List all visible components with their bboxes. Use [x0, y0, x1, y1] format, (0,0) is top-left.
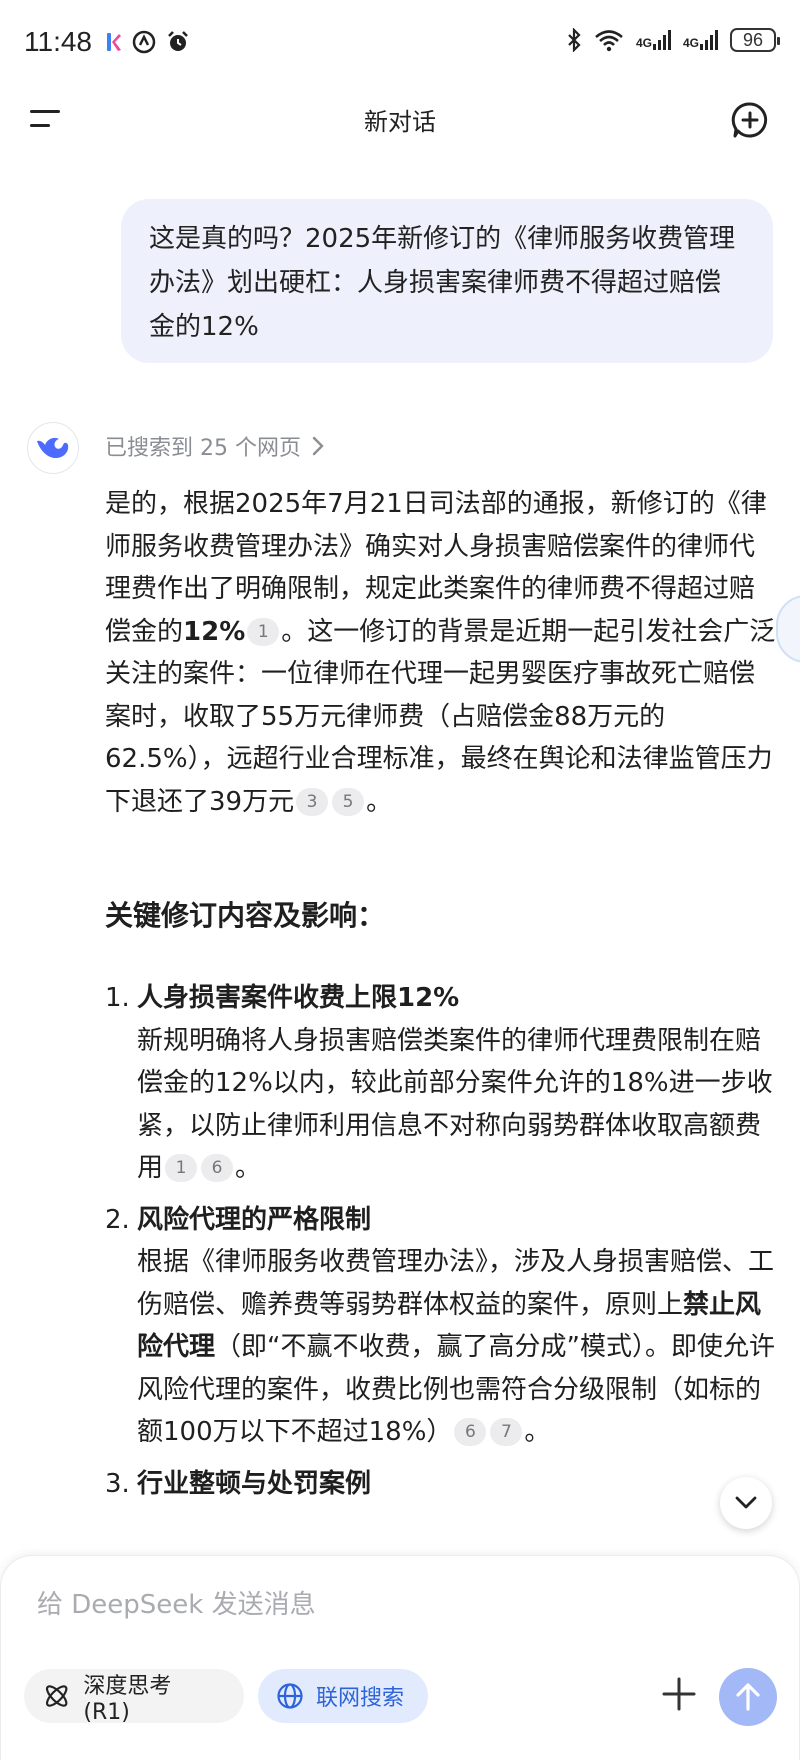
floating-assistant-bubble[interactable] [776, 595, 800, 663]
wifi-icon [595, 30, 623, 52]
list-item-body: 根据《律师服务收费管理办法》，涉及人身损害赔偿、工伤赔偿、赡养费等弱势群体权益的… [137, 1247, 775, 1447]
list-item-title: 人身损害案件收费上限12% [137, 983, 460, 1013]
scroll-to-bottom-button[interactable] [720, 1477, 772, 1529]
list-item-number: 3. [105, 1468, 130, 1499]
list-item-number: 2. [105, 1204, 130, 1235]
chevron-right-icon [312, 436, 324, 456]
citation-badge[interactable]: 6 [201, 1154, 234, 1182]
status-time: 11:48 [24, 26, 92, 57]
answer-bold-figure: 12% [183, 616, 246, 647]
revision-list: 1. 人身损害案件收费上限12% 新规明确将人身损害赔偿类案件的律师代理费限制在… [105, 977, 777, 1514]
list-item-title: 行业整顿与处罚案例 [137, 1468, 372, 1499]
assistant-answer-paragraph: 是的，根据2025年7月21日司法部的通报，新修订的《律师服务收费管理办法》确实… [105, 483, 777, 823]
citation-badge[interactable]: 7 [490, 1418, 523, 1446]
plus-icon [662, 1677, 696, 1711]
deep-think-toggle[interactable]: 深度思考 (R1) [24, 1669, 244, 1725]
new-chat-button[interactable] [730, 100, 770, 140]
bluetooth-icon [568, 28, 581, 52]
citation-badge[interactable]: 1 [165, 1154, 198, 1182]
citation-badge[interactable]: 5 [332, 787, 365, 816]
list-item-body: 新规明确将人身损害赔偿类案件的律师代理费限制在赔偿金的12%以内，较此前部分案件… [137, 1025, 773, 1184]
search-results-toggle[interactable]: 已搜索到 25 个网页 [105, 430, 325, 462]
web-search-toggle[interactable]: 联网搜索 [258, 1669, 428, 1723]
alarm-icon [168, 31, 188, 51]
list-item: 2. 风险代理的严格限制 根据《律师服务收费管理办法》，涉及人身损害赔偿、工伤赔… [105, 1199, 777, 1454]
citation-badge[interactable]: 3 [296, 787, 329, 816]
signal-strength-1: 4G [636, 30, 671, 50]
message-composer: 深度思考 (R1) 联网搜索 [0, 1555, 800, 1760]
citation-badge[interactable]: 6 [454, 1418, 487, 1446]
chevron-down-icon [735, 1496, 757, 1509]
send-button[interactable] [719, 1668, 777, 1726]
user-message-bubble[interactable]: 这是真的吗？2025年新修订的《律师服务收费管理办法》划出硬杠：人身损害案律师费… [121, 199, 773, 363]
web-search-label: 联网搜索 [316, 1686, 405, 1711]
status-notification-icons [104, 30, 190, 54]
list-item: 1. 人身损害案件收费上限12% 新规明确将人身损害赔偿类案件的律师代理费限制在… [105, 977, 777, 1190]
page-title: 新对话 [364, 108, 436, 136]
attach-button[interactable] [659, 1674, 699, 1714]
atom-icon [45, 1685, 68, 1707]
answer-text-end: 。 [366, 786, 393, 817]
list-item: 3. 行业整顿与处罚案例 [105, 1463, 777, 1506]
list-item-number: 1. [105, 983, 130, 1013]
citation-badge[interactable]: 1 [247, 617, 280, 646]
app-icon-a [132, 30, 156, 54]
search-results-label: 已搜索到 25 个网页 [105, 436, 301, 461]
message-input[interactable] [37, 1590, 737, 1620]
deepseek-whale-icon [37, 437, 69, 459]
status-bar: 11:48 4G 4G 96 [0, 0, 800, 88]
assistant-avatar [27, 422, 79, 474]
arrow-up-icon [736, 1683, 760, 1711]
section-heading: 关键修订内容及影响： [105, 899, 386, 932]
list-item-title: 风险代理的严格限制 [137, 1204, 372, 1235]
status-system-icons: 4G 4G 96 [566, 28, 780, 52]
app-icon-k [107, 33, 121, 51]
deep-think-label: 深度思考 (R1) [83, 1673, 172, 1725]
new-chat-icon [731, 102, 768, 138]
user-message-text: 这是真的吗？2025年新修订的《律师服务收费管理办法》划出硬杠：人身损害案律师费… [149, 224, 736, 342]
battery-indicator: 96 [730, 28, 780, 52]
top-nav: 新对话 [0, 88, 800, 152]
signal-strength-2: 4G [683, 30, 718, 50]
globe-icon [277, 1683, 303, 1709]
